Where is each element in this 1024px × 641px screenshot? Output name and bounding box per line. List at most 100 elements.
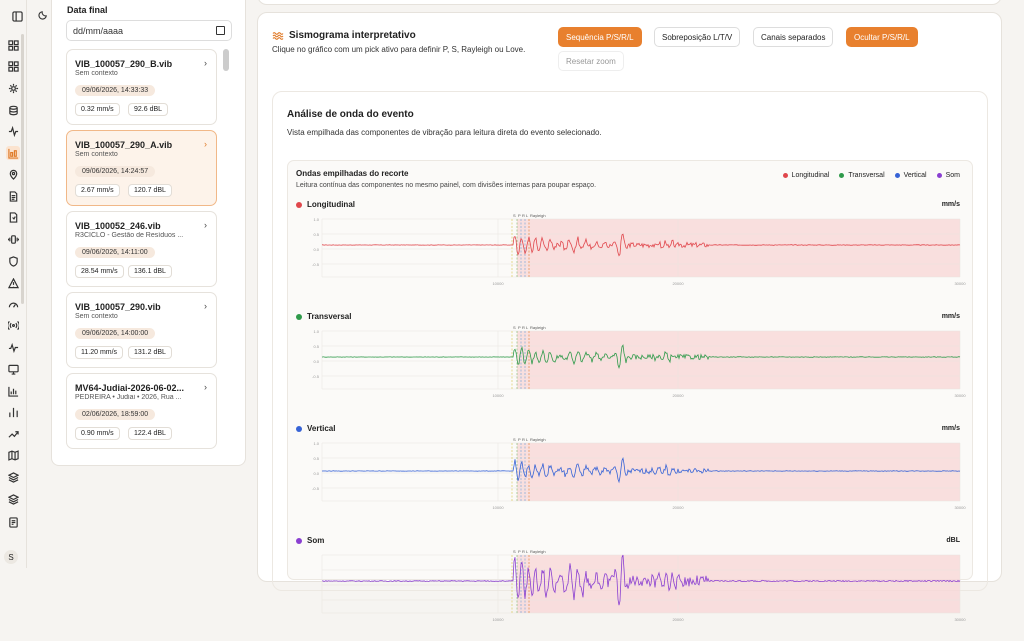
waveform-longitudinal[interactable]: 1.0 0.5 0.0 -0.5 10000 20000 30000 S P R L Rayleigh xyxy=(288,213,974,305)
channel-unit: mm/s xyxy=(941,313,960,320)
y-tick-label: 1.0 xyxy=(313,329,319,334)
grid-icon[interactable] xyxy=(6,59,20,73)
broadcast-icon[interactable] xyxy=(6,318,20,332)
channel-name: Vertical xyxy=(307,424,336,433)
document-icon[interactable] xyxy=(6,189,20,203)
velocity-badge: 11.20 mm/s xyxy=(75,346,124,359)
vibration-icon[interactable] xyxy=(6,232,20,246)
waves-icon xyxy=(272,31,284,40)
channel-dot xyxy=(296,201,302,208)
chevron-right-icon[interactable]: › xyxy=(204,301,207,311)
x-tick-label: 10000 xyxy=(492,281,504,286)
phase-marker-label: R xyxy=(522,325,525,330)
channel-unit: mm/s xyxy=(941,425,960,432)
file-list-item[interactable]: MV64-Judiai-2026-06-02... PEDREIRA • Judi… xyxy=(66,373,217,449)
file-list-item[interactable]: VIB_100052_246.vib R3CICLO - Gestão de Re… xyxy=(66,211,217,287)
y-tick-label: 0.0 xyxy=(313,471,319,476)
settings-icon[interactable] xyxy=(6,81,20,95)
phase-marker-label: L xyxy=(526,325,529,330)
overlay-ltv-button[interactable]: Sobreposição L/T/V xyxy=(654,27,741,47)
gauge-icon[interactable] xyxy=(6,297,20,311)
pulse-icon[interactable] xyxy=(6,340,20,354)
chevron-right-icon[interactable]: › xyxy=(204,382,207,392)
legend-label: Som xyxy=(945,172,960,179)
bar-chart-2-icon[interactable] xyxy=(6,405,20,419)
avatar[interactable]: S xyxy=(4,550,18,564)
x-tick-label: 30000 xyxy=(954,617,966,622)
legend-item[interactable]: Transversal xyxy=(837,172,886,179)
seismogram-title-text: Sismograma interpretativo xyxy=(289,30,416,41)
chevron-right-icon[interactable]: › xyxy=(204,139,207,149)
legend-dot xyxy=(894,173,900,178)
activity-icon[interactable] xyxy=(6,124,20,138)
reset-zoom-button[interactable]: Resetar zoom xyxy=(558,51,624,71)
legend-label: Longitudinal xyxy=(791,172,830,179)
legend-label: Transversal xyxy=(848,172,885,179)
event-window-shade xyxy=(517,331,960,389)
x-tick-label: 10000 xyxy=(492,505,504,510)
rail-scrollbar[interactable] xyxy=(21,34,24,304)
channel-name: Som xyxy=(307,536,325,545)
date-end-input[interactable]: dd/mm/aaaa xyxy=(66,20,232,41)
event-analysis-card: Análise de onda do evento Vista empilhad… xyxy=(272,91,988,622)
channel-name: Transversal xyxy=(307,312,352,321)
waveform-som[interactable]: 10000 20000 30000 S P R L Rayleigh xyxy=(288,549,974,641)
x-tick-label: 20000 xyxy=(672,617,684,622)
file-context: Sem contexto xyxy=(75,70,118,77)
file-list-item[interactable]: VIB_100057_290_A.vib Sem contexto › 09/06/2… xyxy=(66,130,217,206)
file-context: R3CICLO - Gestão de Resíduos ... xyxy=(75,232,184,239)
report-icon[interactable] xyxy=(6,515,20,529)
stack-icon[interactable] xyxy=(6,492,20,506)
x-tick-label: 30000 xyxy=(954,393,966,398)
phase-marker-label: S xyxy=(513,549,516,554)
phase-marker-label: Rayleigh xyxy=(530,549,546,554)
moon-icon[interactable] xyxy=(38,9,49,20)
seismogram-title: Sismograma interpretativo xyxy=(272,30,416,41)
phase-marker-label: L xyxy=(526,437,529,442)
waveform-vertical[interactable]: 1.0 0.5 0.0 -0.5 10000 20000 30000 S P R L Rayleigh xyxy=(288,437,974,529)
legend-item[interactable]: Som xyxy=(935,172,962,179)
x-tick-label: 20000 xyxy=(672,393,684,398)
channel-label-longitudinal: Longitudinal xyxy=(296,200,355,209)
monitor-icon[interactable] xyxy=(6,362,20,376)
file-context: Sem contexto xyxy=(75,313,118,320)
phase-marker-label: P xyxy=(518,549,521,554)
sidebar-toggle-icon[interactable] xyxy=(10,9,24,23)
channel-unit: dBL xyxy=(946,537,960,544)
shield-icon[interactable] xyxy=(6,254,20,268)
map-icon[interactable] xyxy=(6,448,20,462)
scrollbar-thumb[interactable] xyxy=(223,49,229,71)
file-list-item[interactable]: VIB_100057_290_B.vib Sem contexto › 09/06/2… xyxy=(66,49,217,125)
separate-channels-button[interactable]: Canais separados xyxy=(753,27,834,47)
hide-psrl-button[interactable]: Ocultar P/S/R/L xyxy=(846,27,918,47)
database-icon[interactable] xyxy=(6,103,20,117)
velocity-badge: 2.67 mm/s xyxy=(75,184,120,197)
legend-item[interactable]: Longitudinal xyxy=(781,172,832,179)
chart-icon[interactable] xyxy=(6,146,20,160)
sound-level-badge: 120.7 dBL xyxy=(128,184,172,197)
file-context: Sem contexto xyxy=(75,151,118,158)
legend-item[interactable]: Vertical xyxy=(893,172,929,179)
phase-marker-label: R xyxy=(522,213,525,218)
sequence-psrl-button[interactable]: Sequência P/S/R/L xyxy=(558,27,642,47)
file-icon[interactable] xyxy=(6,210,20,224)
channel-dot xyxy=(296,313,302,320)
trending-icon[interactable] xyxy=(6,427,20,441)
chevron-right-icon[interactable]: › xyxy=(204,220,207,230)
layers-icon[interactable] xyxy=(6,470,20,484)
file-list-scrollbar[interactable] xyxy=(223,49,229,451)
legend-dot xyxy=(839,173,845,178)
file-list: VIB_100057_290_B.vib Sem contexto › 09/06/2… xyxy=(66,49,232,451)
velocity-badge: 0.32 mm/s xyxy=(75,103,120,116)
file-name: VIB_100052_246.vib xyxy=(75,221,161,231)
file-list-item[interactable]: VIB_100057_290.vib Sem contexto › 09/06/202… xyxy=(66,292,217,368)
bar-chart-icon[interactable] xyxy=(6,384,20,398)
alert-icon[interactable] xyxy=(6,276,20,290)
calendar-icon[interactable] xyxy=(216,26,225,35)
chevron-right-icon[interactable]: › xyxy=(204,58,207,68)
dashboard-icon[interactable] xyxy=(6,38,20,52)
map-pin-icon[interactable] xyxy=(6,167,20,181)
legend-dot xyxy=(782,173,788,178)
waveform-transversal[interactable]: 1.0 0.5 0.0 -0.5 10000 20000 30000 S P R L Rayleigh xyxy=(288,325,974,417)
chart-subtitle: Leitura contínua das componentes no mesm… xyxy=(296,182,597,189)
